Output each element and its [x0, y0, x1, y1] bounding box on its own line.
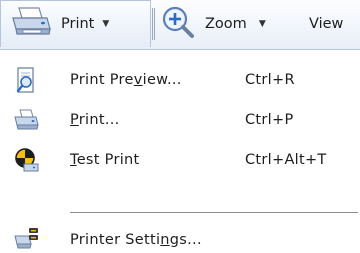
menu-item-printer-settings[interactable]: Printer Settings...	[0, 220, 360, 253]
printer-settings-icon	[12, 226, 40, 253]
zoom-dropdown-button[interactable]: Zoom ▼	[160, 0, 300, 47]
menu-item-shortcut: Ctrl+R	[245, 72, 295, 88]
menu-item-shortcut: Ctrl+Alt+T	[245, 152, 327, 168]
view-menu-button[interactable]: View	[309, 0, 360, 47]
menu-item-test-print[interactable]: Test Print Ctrl+Alt+T	[0, 140, 360, 180]
menu-item-label: Print Preview...	[70, 72, 182, 88]
zoom-in-icon	[160, 4, 196, 44]
menu-item-print[interactable]: Print... Ctrl+P	[0, 100, 360, 140]
menu-item-label: Test Print	[70, 152, 140, 168]
toolbar: Print ▼ Zoom ▼ View	[0, 0, 360, 50]
menu-item-label: Print...	[70, 112, 120, 128]
print-preview-icon	[12, 66, 40, 94]
print-dropdown-menu: Print Preview... Ctrl+R Print... Ctrl+P	[0, 49, 360, 253]
menu-separator	[70, 212, 358, 213]
menu-item-label: Printer Settings...	[70, 232, 202, 248]
print-button-label: Print	[61, 16, 95, 32]
chevron-down-icon: ▼	[258, 18, 266, 29]
zoom-button-label: Zoom	[205, 15, 247, 32]
view-button-label: View	[309, 15, 344, 32]
printer-icon	[9, 5, 53, 43]
printer-icon	[12, 106, 40, 134]
chevron-down-icon: ▼	[102, 19, 110, 29]
menu-item-shortcut: Ctrl+P	[245, 112, 294, 128]
print-dropdown-button[interactable]: Print ▼	[0, 0, 151, 47]
test-print-icon	[12, 146, 40, 174]
menu-item-print-preview[interactable]: Print Preview... Ctrl+R	[0, 60, 360, 100]
toolbar-separator	[152, 8, 155, 40]
